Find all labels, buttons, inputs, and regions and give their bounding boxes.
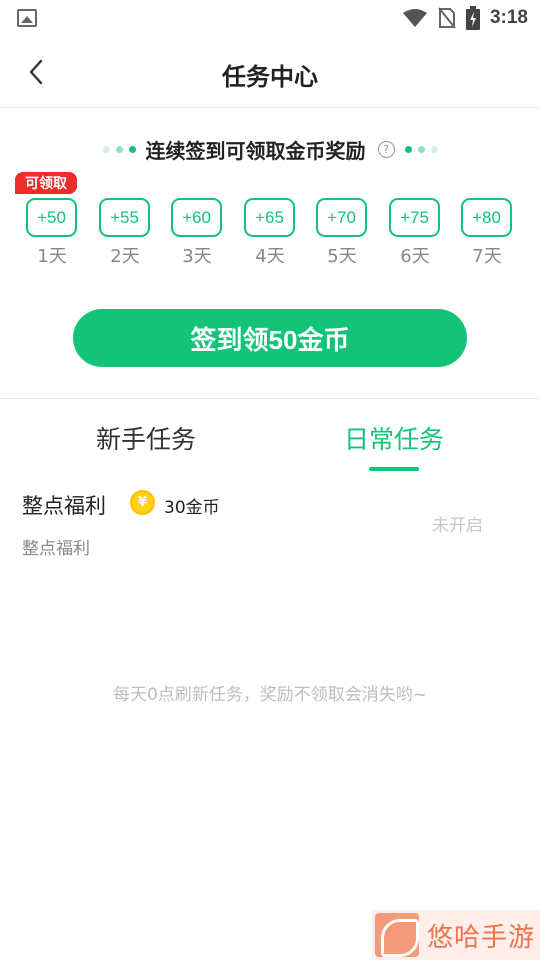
day-reward: +55 [99,198,150,237]
status-bar: 3:18 [0,0,540,36]
day-reward: +80 [461,198,512,237]
refresh-note: 每天0点刷新任务，奖励不领取会消失哟~ [112,685,428,705]
right-decor-dots [404,145,438,153]
day-reward: +50 [26,198,77,237]
task-name: 整点福利 [22,494,106,518]
day-label: 5天 [327,246,357,267]
page-title: 任务中心 [222,63,318,91]
tab-newbie-tasks[interactable]: 新手任务 [46,420,246,456]
day-6[interactable]: +75 6天 [383,172,447,268]
day-reward: +60 [171,198,222,237]
active-tab-indicator [369,467,419,471]
day-label: 3天 [182,246,212,267]
gallery-icon [17,9,37,27]
decor-dot [102,145,110,153]
day-reward: +75 [389,198,440,237]
day-7[interactable]: +80 7天 [455,172,519,268]
day-5[interactable]: +70 5天 [310,172,374,268]
task-status-button[interactable]: 未开启 [432,511,483,536]
tab-daily-tasks[interactable]: 日常任务 [294,420,494,456]
watermark: 悠哈手游 [372,910,540,960]
checkin-days: 可领取 +50 1天 +55 2天 +60 3天 +65 4天 +70 5天 +… [0,172,540,272]
watermark-text: 悠哈手游 [427,922,536,953]
day-reward: +65 [244,198,295,237]
help-icon[interactable]: ? [377,140,395,158]
day-label: 4天 [255,246,285,267]
claimable-badge: 可领取 [15,172,77,194]
day-4[interactable]: +65 4天 [238,172,302,268]
day-2[interactable]: +55 2天 [93,172,157,268]
app-header: 任务中心 [0,36,540,108]
decor-dot [115,145,123,153]
status-icons: 3:18 [402,6,528,30]
decor-dot [128,145,136,153]
decor-dot [430,145,438,153]
task-subtitle: 整点福利 [22,539,90,559]
day-1[interactable]: 可领取 +50 1天 [15,172,84,268]
day-3[interactable]: +60 3天 [165,172,229,268]
status-time: 3:18 [489,7,528,28]
day-label: 6天 [400,246,430,267]
task-reward: 30金币 [164,498,220,518]
left-decor-dots [102,145,136,153]
checkin-button[interactable]: 签到领50金币 [73,309,467,367]
watermark-logo-icon [375,913,419,957]
section-divider [0,398,540,399]
task-item: 整点福利 ¥ 30金币 整点福利 未开启 [0,480,540,560]
decor-dot [404,145,412,153]
no-sim-icon [438,7,456,29]
day-label: 2天 [110,246,140,267]
task-tabs: 新手任务 日常任务 [0,400,540,474]
day-label: 7天 [472,246,502,267]
day-reward: +70 [316,198,367,237]
checkin-title: 连续签到可领取金币奖励 [145,138,366,163]
coin-icon: ¥ [130,490,155,515]
day-label: 1天 [37,246,67,267]
checkin-title-row: 连续签到可领取金币奖励 ? [0,134,540,164]
wifi-icon [402,9,427,27]
battery-charging-icon [465,6,480,30]
decor-dot [417,145,425,153]
